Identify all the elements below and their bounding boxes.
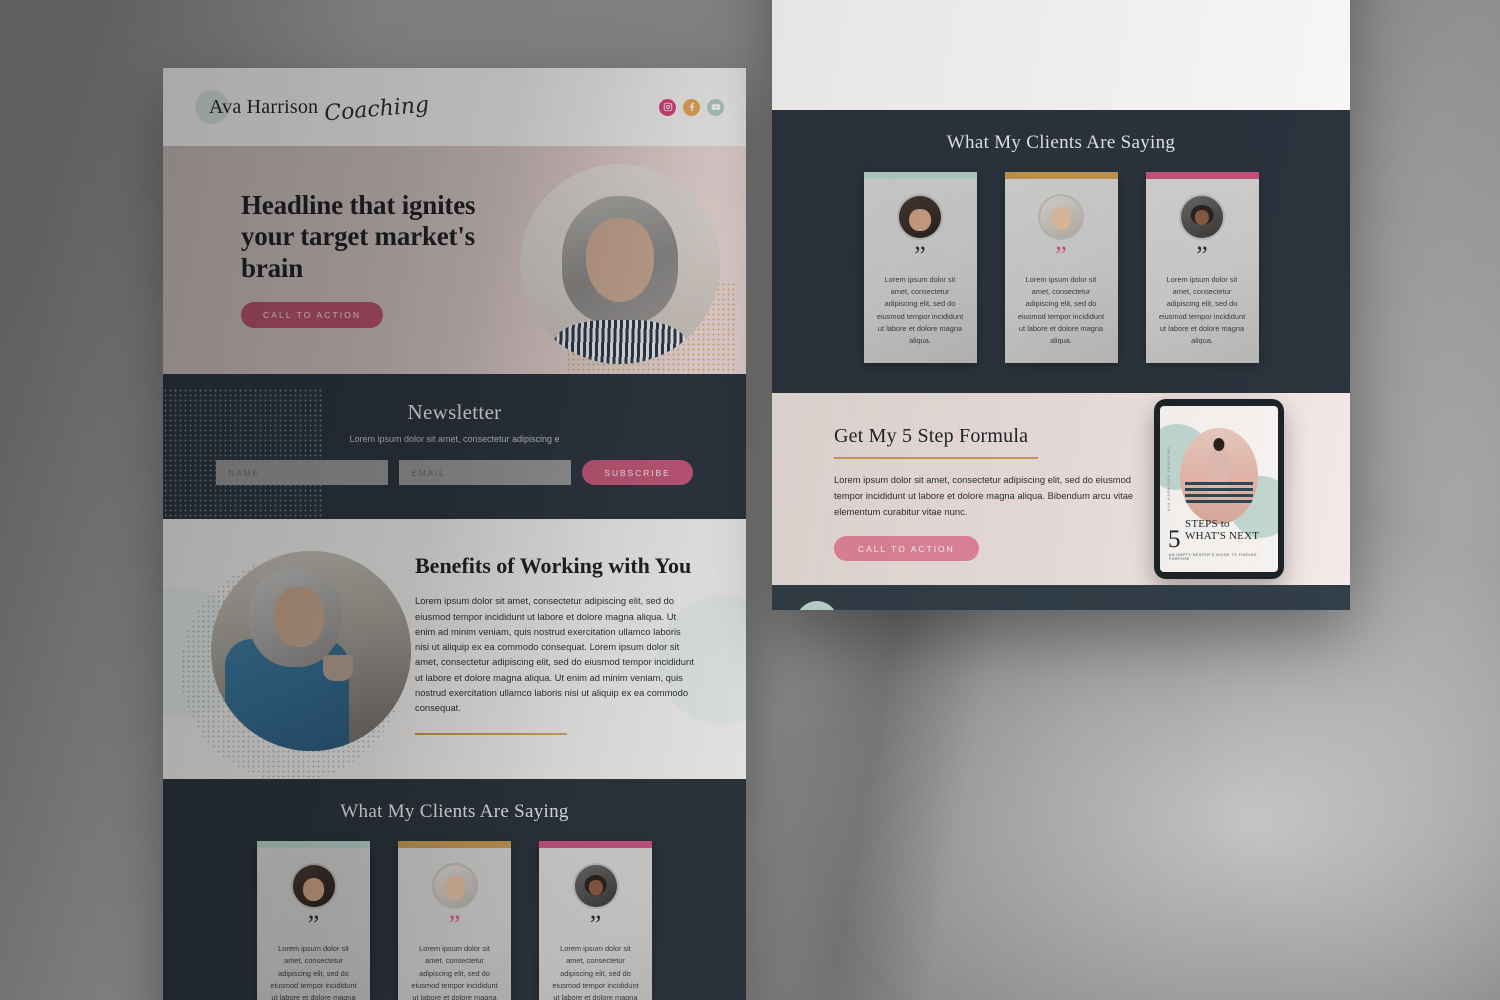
cover-photo <box>1180 428 1258 525</box>
logo-name: Ava Harrison <box>209 95 319 118</box>
lead-magnet-copy: Get My 5 Step Formula Lorem ipsum dolor … <box>834 425 1134 562</box>
ebook-cover: AVA HARRISON COACHING 5 STEPS to WHAT'S … <box>1160 406 1278 573</box>
testimonials-row: ” Lorem ipsum dolor sit amet, consectetu… <box>163 841 746 1000</box>
quote-icon: ” <box>307 910 320 940</box>
ebook-number: 5 <box>1168 526 1181 554</box>
card-accent-bar <box>1004 172 1118 179</box>
avatar <box>572 863 619 910</box>
lead-magnet-paragraph: Lorem ipsum dolor sit amet, consectetur … <box>834 474 1134 517</box>
newsletter-subtitle: Lorem ipsum dolor sit amet, consectetur … <box>349 434 560 444</box>
ebook-line-2: WHAT'S NEXT <box>1185 529 1260 542</box>
card-accent-bar <box>539 841 652 849</box>
benefits-portrait <box>211 551 411 751</box>
site-header: Ava Harrison Coaching <box>163 68 746 146</box>
quote-icon: ” <box>1055 241 1067 270</box>
subscribe-button[interactable]: SUBSCRIBE <box>582 460 693 485</box>
benefits-section: Benefits of Working with You Lorem ipsum… <box>163 519 746 780</box>
lead-magnet-section: Get My 5 Step Formula Lorem ipsum dolor … <box>772 393 1350 586</box>
logo-script: Coaching <box>323 91 431 127</box>
avatar <box>431 863 478 910</box>
ebook-subtitle: AN EMPTY NESTER'S GUIDE TO FINDING PURPO… <box>1169 553 1257 562</box>
lead-magnet-cta-button[interactable]: CALL TO ACTION <box>834 536 979 562</box>
youtube-icon[interactable] <box>707 98 724 116</box>
footer-monogram[interactable]: AH <box>796 601 838 610</box>
card-accent-bar <box>398 841 511 849</box>
testimonial-text: Lorem ipsum dolor sit amet, consectetur … <box>411 944 498 1000</box>
newsletter-title: Newsletter <box>407 400 502 424</box>
quote-icon: ” <box>589 910 602 940</box>
testimonial-text: Lorem ipsum dolor sit amet, consectetur … <box>876 275 964 346</box>
testimonial-text: Lorem ipsum dolor sit amet, consectetur … <box>1158 275 1246 346</box>
quote-icon: ” <box>448 910 461 940</box>
benefits-paragraph: Lorem ipsum dolor sit amet, consectetur … <box>415 595 694 714</box>
testimonial-text: Lorem ipsum dolor sit amet, consectetur … <box>270 944 357 1000</box>
testimonials-section: What My Clients Are Saying ” Lorem ipsum… <box>772 110 1350 394</box>
testimonial-card: ” Lorem ipsum dolor sit amet, consectetu… <box>257 841 370 1000</box>
ebook-spine-text: AVA HARRISON COACHING <box>1167 446 1171 512</box>
testimonials-section: What My Clients Are Saying ” Lorem ipsum… <box>163 779 746 1000</box>
testimonial-card: ” Lorem ipsum dolor sit amet, consectetu… <box>398 841 511 1000</box>
testimonial-card: ” Lorem ipsum dolor sit amet, consectetu… <box>539 841 652 1000</box>
benefits-section-continued: do eiusmod tempor incididunt ut labore e… <box>772 0 1350 110</box>
header-social-links <box>659 98 724 116</box>
benefits-title: Benefits of Working with You <box>415 553 692 578</box>
testimonial-card: ” Lorem ipsum dolor sit amet, consectetu… <box>1004 172 1118 364</box>
site-footer: AH PRIVACY POLICY | TERMS | DISCLAIMER |… <box>772 585 1350 610</box>
hero-section: Headline that ignites your target market… <box>163 146 746 374</box>
benefits-copy: Benefits of Working with You Lorem ipsum… <box>415 551 746 736</box>
testimonials-title: What My Clients Are Saying <box>946 132 1176 153</box>
page-title: Headline that ignites your target market… <box>241 190 476 283</box>
avatar <box>897 194 943 240</box>
site-logo[interactable]: Ava Harrison Coaching <box>187 90 430 126</box>
benefits-divider <box>415 733 567 736</box>
card-accent-bar <box>1145 172 1259 179</box>
quote-icon: ” <box>914 241 926 270</box>
lead-magnet-divider <box>834 457 1038 460</box>
quote-icon: ” <box>1196 241 1208 270</box>
tablet-device-mockup: AVA HARRISON COACHING 5 STEPS to WHAT'S … <box>1154 399 1284 580</box>
hero-portrait <box>520 164 720 364</box>
name-input[interactable] <box>216 460 389 485</box>
testimonial-card: ” Lorem ipsum dolor sit amet, consectetu… <box>863 172 977 364</box>
testimonial-text: Lorem ipsum dolor sit amet, consectetur … <box>1017 275 1105 346</box>
lead-magnet-title: Get My 5 Step Formula <box>834 425 1029 448</box>
email-input[interactable] <box>399 460 572 485</box>
facebook-icon[interactable] <box>683 98 700 116</box>
avatar <box>1038 194 1084 240</box>
testimonial-text: Lorem ipsum dolor sit amet, consectetur … <box>552 944 639 1000</box>
hero-copy: Headline that ignites your target market… <box>241 190 491 328</box>
testimonials-row: ” Lorem ipsum dolor sit amet, consectetu… <box>772 172 1350 364</box>
benefits-photo-wrap <box>163 551 415 780</box>
instagram-icon[interactable] <box>659 98 676 116</box>
avatar <box>290 863 337 910</box>
homepage-mockup-right: do eiusmod tempor incididunt ut labore e… <box>772 0 1350 610</box>
homepage-mockup-left: Ava Harrison Coaching Headline that igni… <box>163 68 746 1000</box>
testimonial-card: ” Lorem ipsum dolor sit amet, consectetu… <box>1145 172 1259 364</box>
card-accent-bar <box>257 841 370 849</box>
testimonials-title: What My Clients Are Saying <box>340 801 569 823</box>
newsletter-section: Newsletter Lorem ipsum dolor sit amet, c… <box>163 374 746 519</box>
hero-cta-button[interactable]: CALL TO ACTION <box>241 301 384 328</box>
card-accent-bar <box>863 172 977 179</box>
avatar <box>1179 194 1225 240</box>
newsletter-form: SUBSCRIBE <box>163 460 746 485</box>
